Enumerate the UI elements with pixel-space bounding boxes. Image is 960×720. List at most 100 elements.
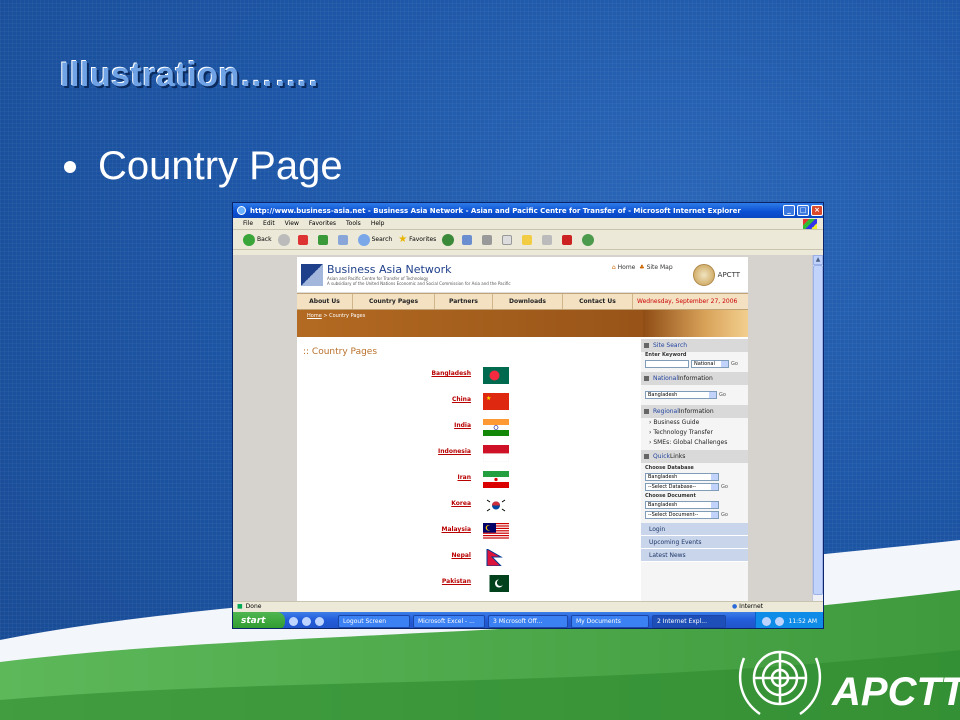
bullet-text: Country Page	[98, 144, 343, 188]
regional-link-smes[interactable]: › SMEs: Global Challenges	[649, 438, 748, 448]
document-select[interactable]: --Select Document--	[645, 511, 719, 519]
india-flag-icon	[483, 419, 509, 436]
refresh-button[interactable]	[317, 234, 332, 245]
menu-tools[interactable]: Tools	[346, 220, 361, 227]
forward-button[interactable]	[277, 233, 292, 246]
quicklaunch-desktop-icon[interactable]	[315, 616, 324, 626]
header-links: ⌂ Home ♣ Site Map	[612, 264, 673, 271]
task-excel[interactable]: Microsoft Excel - ...	[413, 614, 485, 628]
menu-help[interactable]: Help	[371, 220, 385, 227]
search-scope-select[interactable]: National	[691, 360, 729, 368]
db-select-row: --Select Database-- Go	[641, 483, 748, 491]
print-button[interactable]	[482, 234, 496, 245]
slide-title: Illustration…….	[60, 56, 319, 94]
menu-view[interactable]: View	[285, 220, 299, 227]
start-button[interactable]: start	[233, 612, 285, 628]
task-internet-explorer[interactable]: 2 Internet Expl...	[652, 614, 726, 628]
minimize-button[interactable]: _	[783, 205, 795, 216]
status-bar: ■ Done ● Internet	[233, 601, 823, 610]
country-link-bangladesh[interactable]: Bangladesh	[431, 370, 471, 377]
upcoming-events-link[interactable]: Upcoming Events	[641, 536, 748, 549]
task-microsoft-office[interactable]: 3 Microsoft Off...	[488, 614, 568, 628]
breadcrumb-home-link[interactable]: Home	[307, 313, 322, 319]
db-country-select[interactable]: Bangladesh	[645, 473, 719, 481]
edit-button[interactable]	[502, 234, 516, 245]
bullet-square-icon	[644, 376, 649, 381]
task-my-documents[interactable]: My Documents	[571, 614, 649, 628]
country-link-china[interactable]: China	[452, 396, 471, 403]
nav-country-pages[interactable]: Country Pages	[353, 294, 435, 309]
home-link[interactable]: Home	[618, 264, 636, 271]
menu-bar: File Edit View Favorites Tools Help	[233, 218, 823, 230]
menu-favorites[interactable]: Favorites	[309, 220, 336, 227]
country-link-iran[interactable]: Iran	[457, 474, 471, 481]
bullet-square-icon	[644, 409, 649, 414]
mail-button[interactable]	[462, 234, 476, 245]
document-go-button[interactable]: Go	[721, 512, 728, 518]
page-title: :: Country Pages	[303, 347, 378, 357]
search-go-button[interactable]: Go	[731, 361, 738, 367]
nav-partners[interactable]: Partners	[435, 294, 493, 309]
back-label: Back	[257, 236, 272, 243]
messenger-icon	[582, 233, 595, 246]
latest-news-link[interactable]: Latest News	[641, 549, 748, 562]
ie-icon	[237, 206, 246, 215]
maximize-button[interactable]: □	[797, 205, 809, 216]
nav-downloads[interactable]: Downloads	[493, 294, 563, 309]
sitemap-link[interactable]: Site Map	[647, 264, 673, 271]
database-select[interactable]: --Select Database--	[645, 483, 719, 491]
folder-button[interactable]	[522, 234, 536, 245]
country-link-pakistan[interactable]: Pakistan	[442, 578, 471, 585]
quicklaunch-outlook-icon[interactable]	[302, 616, 311, 626]
bullet-square-icon	[644, 454, 649, 459]
iran-flag-icon	[483, 471, 509, 488]
windows-logo-icon	[803, 218, 817, 229]
nav-about-us[interactable]: About Us	[297, 294, 353, 309]
quicklaunch-ie-icon[interactable]	[289, 616, 298, 626]
country-link-korea[interactable]: Korea	[451, 500, 471, 507]
menu-edit[interactable]: Edit	[263, 220, 275, 227]
search-row: National Go	[641, 360, 748, 368]
svg-text:★: ★	[486, 395, 491, 402]
yahoo-button[interactable]	[562, 234, 576, 245]
current-date: Wednesday, September 27, 2006	[637, 297, 738, 305]
scroll-thumb[interactable]	[813, 265, 823, 595]
nav-contact-us[interactable]: Contact Us	[563, 294, 633, 309]
search-button[interactable]: Search	[357, 233, 392, 246]
country-link-indonesia[interactable]: Indonesia	[438, 448, 471, 455]
keyword-input[interactable]	[645, 360, 689, 368]
favorites-button[interactable]: ★ Favorites	[398, 234, 436, 245]
breadcrumb-current: > Country Pages	[321, 313, 366, 319]
tray-volume-icon[interactable]	[774, 616, 784, 626]
close-button[interactable]: ×	[811, 205, 823, 216]
list-item: China ★	[297, 393, 641, 413]
country-link-malaysia[interactable]: Malaysia	[441, 526, 471, 533]
messenger-button[interactable]	[582, 233, 596, 246]
vertical-scrollbar[interactable]: ▲	[812, 255, 823, 601]
home-button[interactable]	[337, 234, 352, 245]
regional-link-technology-transfer[interactable]: › Technology Transfer	[649, 428, 748, 438]
refresh-icon	[317, 234, 328, 245]
stop-button[interactable]	[297, 234, 312, 245]
national-go-button[interactable]: Go	[719, 392, 726, 398]
country-link-nepal[interactable]: Nepal	[452, 552, 472, 559]
browser-viewport: ▲ Business Asia Network Asian and Pacifi…	[233, 255, 823, 601]
research-button[interactable]	[542, 234, 556, 245]
back-button[interactable]: Back	[243, 233, 272, 246]
menu-file[interactable]: File	[243, 220, 253, 227]
doc-country-select[interactable]: Bangladesh	[645, 501, 719, 509]
login-link[interactable]: Login	[641, 523, 748, 536]
browser-window: http://www.business-asia.net - Business …	[232, 202, 824, 629]
tray-network-icon[interactable]	[761, 616, 771, 626]
browser-toolbar: Back Search ★ Favorites	[233, 230, 823, 250]
db-country-row: Bangladesh	[641, 473, 748, 481]
task-logout-screen[interactable]: Logout Screen	[338, 614, 410, 628]
regional-link-business-guide[interactable]: › Business Guide	[649, 418, 748, 428]
history-button[interactable]	[442, 233, 456, 246]
korea-flag-icon	[483, 497, 509, 514]
country-link-india[interactable]: India	[454, 422, 471, 429]
list-item: Iran	[297, 471, 641, 491]
database-go-button[interactable]: Go	[721, 484, 728, 490]
scroll-up-icon[interactable]: ▲	[813, 255, 823, 265]
national-country-select[interactable]: Bangladesh	[645, 391, 717, 399]
